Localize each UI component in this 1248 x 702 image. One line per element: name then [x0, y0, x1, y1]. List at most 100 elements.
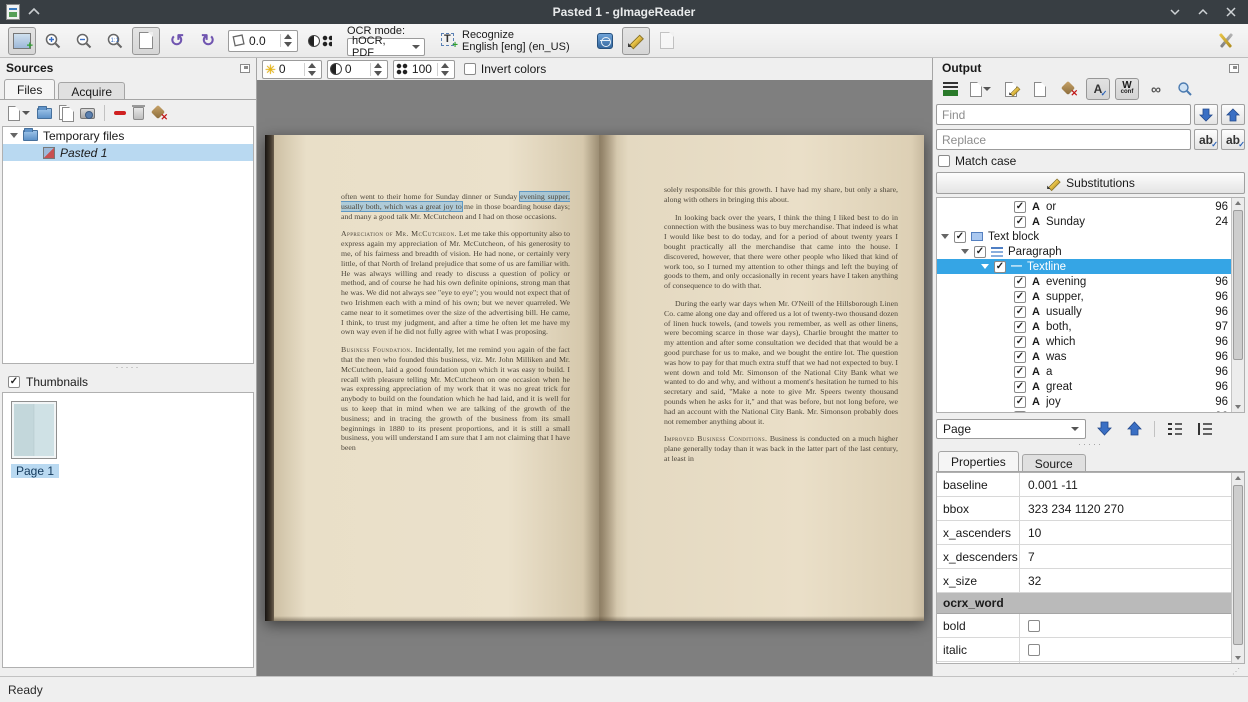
navigate-next-button[interactable]	[1092, 418, 1116, 440]
rotation-spinbox[interactable]: 0.0	[228, 30, 298, 52]
screenshot-button[interactable]	[80, 108, 95, 119]
word-tree-row[interactable]: Aboth,97	[937, 319, 1231, 334]
replace-input[interactable]	[936, 129, 1191, 150]
find-prev-button[interactable]	[1221, 104, 1245, 125]
word-tree-row[interactable]: Agreat96	[937, 379, 1231, 394]
preview-toggle[interactable]: ∞	[1144, 78, 1168, 100]
rotate-right-button[interactable]: ↻	[194, 27, 222, 55]
save-output-button[interactable]	[999, 78, 1023, 100]
remove-source-button[interactable]	[114, 111, 126, 115]
best-fit-button[interactable]	[132, 27, 160, 55]
resize-grip[interactable]: ⋰	[936, 666, 1245, 676]
word-tree-row[interactable]: Ato96	[937, 409, 1231, 413]
navigate-prev-button[interactable]	[1122, 418, 1146, 440]
substitutions-button[interactable]: Substitutions	[936, 172, 1245, 194]
image-canvas[interactable]: often went to their home for Sunday dinn…	[257, 80, 932, 676]
tree-item-temporary-files[interactable]: Temporary files	[3, 127, 253, 144]
close-button[interactable]	[1224, 5, 1238, 19]
invert-colors-checkbox[interactable]	[464, 63, 476, 75]
word-tree-row[interactable]: Ajoy96	[937, 394, 1231, 409]
item-checkbox[interactable]	[1014, 396, 1026, 408]
item-checkbox[interactable]	[1014, 201, 1026, 213]
find-input[interactable]	[936, 104, 1191, 125]
spellcheck-toggle[interactable]: A	[1086, 78, 1110, 100]
scrollbar[interactable]	[1231, 198, 1244, 412]
scrollbar[interactable]	[1231, 473, 1244, 663]
match-case-checkbox[interactable]	[938, 155, 950, 167]
export-output-button[interactable]	[1028, 78, 1052, 100]
expander-icon[interactable]	[10, 133, 18, 138]
language-button[interactable]	[591, 27, 619, 55]
word-tree-row[interactable]: Asupper,96	[937, 289, 1231, 304]
find-replace-button[interactable]	[1173, 78, 1197, 100]
rotate-left-button[interactable]: ↺	[163, 27, 191, 55]
word-tree-row[interactable]: Aa96	[937, 364, 1231, 379]
tab-files[interactable]: Files	[4, 79, 55, 100]
tab-acquire[interactable]: Acquire	[58, 82, 125, 100]
word-tree-row[interactable]: Awas96	[937, 349, 1231, 364]
item-checkbox[interactable]	[1014, 351, 1026, 363]
spellcheck-doc-button[interactable]	[653, 27, 681, 55]
item-checkbox[interactable]	[1014, 276, 1026, 288]
item-checkbox[interactable]	[1014, 291, 1026, 303]
item-checkbox[interactable]	[1014, 411, 1026, 414]
collapse-all-button[interactable]	[1193, 418, 1217, 440]
ocr-mode-select[interactable]: hOCR, PDF	[347, 38, 425, 56]
italic-checkbox[interactable]	[1028, 644, 1040, 656]
word-tree-row[interactable]: Aor96	[937, 199, 1231, 214]
word-tree-row[interactable]: Paragraph	[937, 244, 1231, 259]
item-checkbox[interactable]	[1014, 366, 1026, 378]
item-checkbox[interactable]	[1014, 381, 1026, 393]
confidence-toggle[interactable]: Wconf	[1115, 78, 1139, 100]
thumbnails-checkbox[interactable]	[8, 376, 20, 388]
item-checkbox[interactable]	[994, 261, 1006, 273]
contrast-spinbox[interactable]: 0	[327, 60, 388, 79]
edit-mode-button[interactable]	[622, 27, 650, 55]
splitter-handle[interactable]: ·····	[936, 441, 1245, 449]
rotation-spin-arrows[interactable]	[280, 34, 295, 47]
add-images-button[interactable]: +	[8, 27, 36, 55]
zoom-in-button[interactable]	[39, 27, 67, 55]
item-checkbox[interactable]	[1014, 306, 1026, 318]
item-checkbox[interactable]	[954, 231, 966, 243]
scrollbar-thumb[interactable]	[1233, 485, 1243, 645]
recognize-button[interactable]: T+ Recognize English [eng] (en_US)	[436, 26, 574, 56]
add-file-button[interactable]	[8, 106, 30, 121]
word-tree-row[interactable]: —Textline	[937, 259, 1231, 274]
zoom-original-button[interactable]: 1:1	[101, 27, 129, 55]
expander-icon[interactable]	[941, 234, 949, 239]
brightness-spinbox[interactable]: ✳ 0	[262, 60, 322, 79]
insert-mode-button[interactable]	[938, 78, 962, 100]
detach-icon[interactable]	[240, 64, 250, 73]
clear-output-button[interactable]	[1057, 78, 1081, 100]
open-folder-button[interactable]	[37, 108, 52, 119]
replace-button[interactable]: ab	[1194, 129, 1218, 150]
image-controls-toggle[interactable]	[304, 27, 336, 55]
item-checkbox[interactable]	[1014, 336, 1026, 348]
find-next-button[interactable]	[1194, 104, 1218, 125]
thumbnail-caption[interactable]: Page 1	[11, 464, 59, 478]
scrollbar-thumb[interactable]	[1233, 210, 1243, 360]
tree-item-pasted-1[interactable]: Pasted 1	[3, 144, 253, 161]
word-tree-row[interactable]: Ausually96	[937, 304, 1231, 319]
expander-icon[interactable]	[981, 264, 989, 269]
zoom-out-button[interactable]	[70, 27, 98, 55]
settings-button[interactable]	[1212, 27, 1240, 55]
bold-checkbox[interactable]	[1028, 620, 1040, 632]
word-tree-row[interactable]: Text block	[937, 229, 1231, 244]
detach-icon[interactable]	[1229, 64, 1239, 73]
paste-button[interactable]	[59, 105, 73, 121]
expander-icon[interactable]	[961, 249, 969, 254]
item-checkbox[interactable]	[1014, 321, 1026, 333]
maximize-button[interactable]	[1196, 5, 1210, 19]
replace-all-button[interactable]: ab	[1221, 129, 1245, 150]
splitter-handle[interactable]: ·····	[0, 364, 256, 372]
resolution-spinbox[interactable]: 100	[393, 60, 455, 79]
word-tree-row[interactable]: ASunday24	[937, 214, 1231, 229]
word-tree-row[interactable]: Awhich96	[937, 334, 1231, 349]
open-output-button[interactable]	[967, 78, 994, 100]
expand-all-button[interactable]	[1163, 418, 1187, 440]
page-thumbnail[interactable]	[11, 401, 57, 459]
tab-properties[interactable]: Properties	[938, 451, 1019, 472]
tab-source[interactable]: Source	[1022, 454, 1086, 472]
